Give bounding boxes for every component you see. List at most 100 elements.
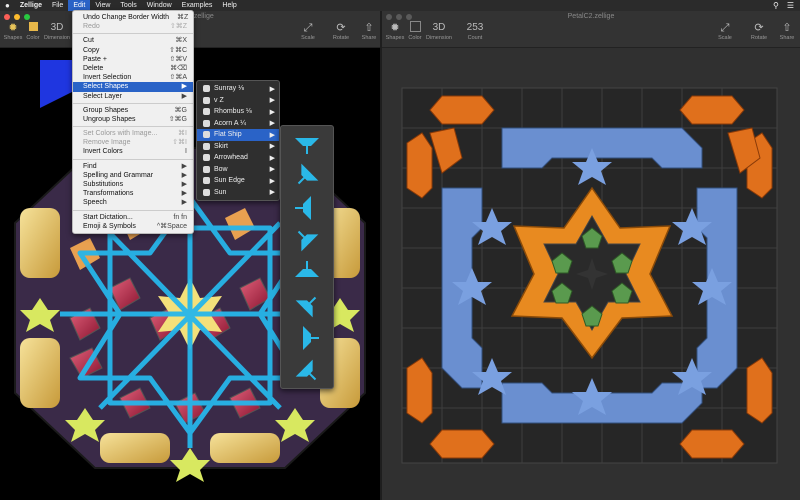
shape-icon [203, 119, 210, 127]
menu-item-shortcut: ⌘I [178, 130, 187, 138]
shape-menu-item[interactable]: Acorn A ¼ ▶ [197, 118, 279, 130]
color-tool[interactable]: Color [402, 21, 428, 41]
menu-item-label: Group Shapes [83, 106, 129, 114]
shape-menu-label: v Z [214, 96, 224, 104]
menu-item-shortcut: ⇧⌘I [172, 139, 187, 147]
flat-ship-variant-option[interactable] [281, 322, 333, 355]
menu-item-label: Start Dictation... [83, 213, 133, 221]
edit-menu-item[interactable]: Invert Selection ⇧⌘A [73, 73, 193, 82]
shape-menu-label: Arrowhead [214, 154, 248, 162]
edit-menu-item[interactable]: Transformations ▶ [73, 189, 193, 198]
window-title: PetalC2.zellige [567, 13, 615, 20]
window-controls [4, 14, 30, 20]
menu-item-shortcut: ▶ [181, 190, 187, 198]
close-button[interactable] [4, 14, 10, 20]
menu-item-label: Select Layer [83, 92, 122, 100]
flat-ship-icon [295, 296, 317, 318]
edit-menu-item: Set Colors with Image... ⌘I [73, 129, 193, 138]
right-pattern-canvas[interactable] [382, 48, 800, 500]
submenu-arrow-icon: ▶ [269, 166, 275, 174]
edit-menu-item[interactable]: Delete ⌘⌫ [73, 64, 193, 73]
minimize-button[interactable] [14, 14, 20, 20]
submenu-arrow-icon: ▶ [269, 97, 275, 105]
apple-icon[interactable]: ● [0, 0, 15, 11]
dimension-tool[interactable]: 3D Dimension [426, 21, 452, 41]
scale-tool[interactable]: ⤢ Scale [295, 21, 321, 41]
menu-item-label: Spelling and Grammar [83, 171, 154, 179]
select-shapes-submenu: Sunray ⅛ ▶ v Z ▶ Rhombus ⅛ ▶ Acorn A ¼ ▶ Flat Sh… [196, 80, 280, 201]
shape-menu-item[interactable]: v Z ▶ [197, 95, 279, 107]
edit-menu-item[interactable]: Start Dictation... fn fn [73, 213, 193, 222]
menu-item-shortcut: ▶ [181, 92, 187, 100]
scale-icon: ⤢ [720, 22, 730, 34]
shape-menu-item[interactable]: Sun Edge ▶ [197, 175, 279, 187]
flat-ship-icon [295, 359, 317, 381]
menu-item-label: Speech [83, 199, 107, 207]
shape-menu-item[interactable]: Arrowhead ▶ [197, 152, 279, 164]
edit-menu: Undo Change Border Width ⌘Z Redo ⇧⌘Z Cut ⌘X Co… [72, 10, 194, 234]
shape-icon [203, 142, 210, 150]
edit-menu-item[interactable]: Speech ▶ [73, 198, 193, 207]
shape-menu-item[interactable]: Flat Ship ▶ [197, 129, 279, 141]
submenu-arrow-icon: ▶ [269, 177, 275, 185]
shape-icon [203, 108, 210, 116]
dimension-tool[interactable]: 3D Dimension [44, 21, 70, 41]
shape-menu-item[interactable]: Sun ▶ [197, 187, 279, 199]
share-tool[interactable]: ⇧ Share [356, 21, 382, 41]
window-title: r.zellige [190, 13, 214, 20]
menu-item-label: Set Colors with Image... [83, 130, 158, 138]
edit-menu-item: Remove Image ⇧⌘I [73, 138, 193, 147]
menu-extras-icon[interactable]: ☰ [787, 1, 794, 10]
flat-ship-variant-option[interactable] [281, 355, 333, 388]
flat-ship-variant-option[interactable] [281, 159, 333, 192]
shape-icon [203, 85, 210, 93]
menu-item-label: Undo Change Border Width [83, 14, 169, 21]
flat-ship-icon [295, 138, 319, 155]
edit-menu-item[interactable]: Select Shapes ▶ [73, 82, 193, 92]
shape-menu-item[interactable]: Sunray ⅛ ▶ [197, 83, 279, 95]
shape-menu-item[interactable]: Skirt ▶ [197, 141, 279, 153]
rotate-icon: ⟳ [754, 22, 764, 34]
submenu-arrow-icon: ▶ [269, 120, 275, 128]
share-tool[interactable]: ⇧ Share [774, 21, 800, 41]
rotate-tool[interactable]: ⟳ Rotate [328, 21, 354, 41]
count-display: 253 Count [466, 22, 484, 41]
rotate-icon: ⟳ [336, 22, 346, 34]
zoom-button[interactable] [24, 14, 30, 20]
edit-menu-item[interactable]: Paste + ⇧⌘V [73, 55, 193, 64]
flat-ship-variant-option[interactable] [281, 191, 333, 224]
edit-menu-item[interactable]: Cut ⌘X [73, 36, 193, 45]
menu-item-shortcut: ⇧⌘C [169, 46, 187, 54]
edit-menu-item[interactable]: Copy ⇧⌘C [73, 46, 193, 55]
menu-item-label: Invert Colors [83, 148, 123, 156]
menu-item-label: Remove Image [83, 139, 131, 147]
flat-ship-variant-option[interactable] [281, 257, 333, 290]
flat-ship-variant-option[interactable] [281, 289, 333, 322]
scale-tool[interactable]: ⤢ Scale [712, 21, 738, 41]
rotate-tool[interactable]: ⟳ Rotate [746, 21, 772, 41]
shape-icon [203, 177, 210, 185]
menu-file[interactable]: File [47, 0, 68, 11]
edit-menu-item[interactable]: Undo Change Border Width ⌘Z [73, 13, 193, 22]
menu-item-label: Paste + [83, 55, 107, 63]
menu-help[interactable]: Help [217, 0, 241, 11]
menu-item-shortcut: ⇧⌘G [168, 115, 187, 123]
shape-menu-label: Skirt [214, 142, 228, 150]
color-tool[interactable]: Color [20, 21, 46, 41]
edit-menu-item[interactable]: Spelling and Grammar ▶ [73, 171, 193, 180]
edit-menu-item[interactable]: Ungroup Shapes ⇧⌘G [73, 115, 193, 124]
edit-menu-item[interactable]: Group Shapes ⌘G [73, 106, 193, 115]
shape-menu-item[interactable]: Rhombus ⅛ ▶ [197, 106, 279, 118]
edit-menu-item[interactable]: Emoji & Symbols ^⌘Space [73, 222, 193, 231]
menu-item-shortcut: ⌘X [175, 37, 187, 45]
edit-menu-item[interactable]: Invert Colors I [73, 147, 193, 156]
flat-ship-variant-option[interactable] [281, 224, 333, 257]
shape-menu-item[interactable]: Bow ▶ [197, 164, 279, 176]
search-icon[interactable]: ⚲ [773, 1, 779, 10]
edit-menu-item[interactable]: Select Layer ▶ [73, 92, 193, 101]
menu-zellige[interactable]: Zellige [15, 0, 47, 11]
flat-ship-variant-option[interactable] [281, 126, 333, 159]
shape-icon [203, 165, 210, 173]
edit-menu-item[interactable]: Find ▶ [73, 162, 193, 171]
edit-menu-item[interactable]: Substitutions ▶ [73, 180, 193, 189]
